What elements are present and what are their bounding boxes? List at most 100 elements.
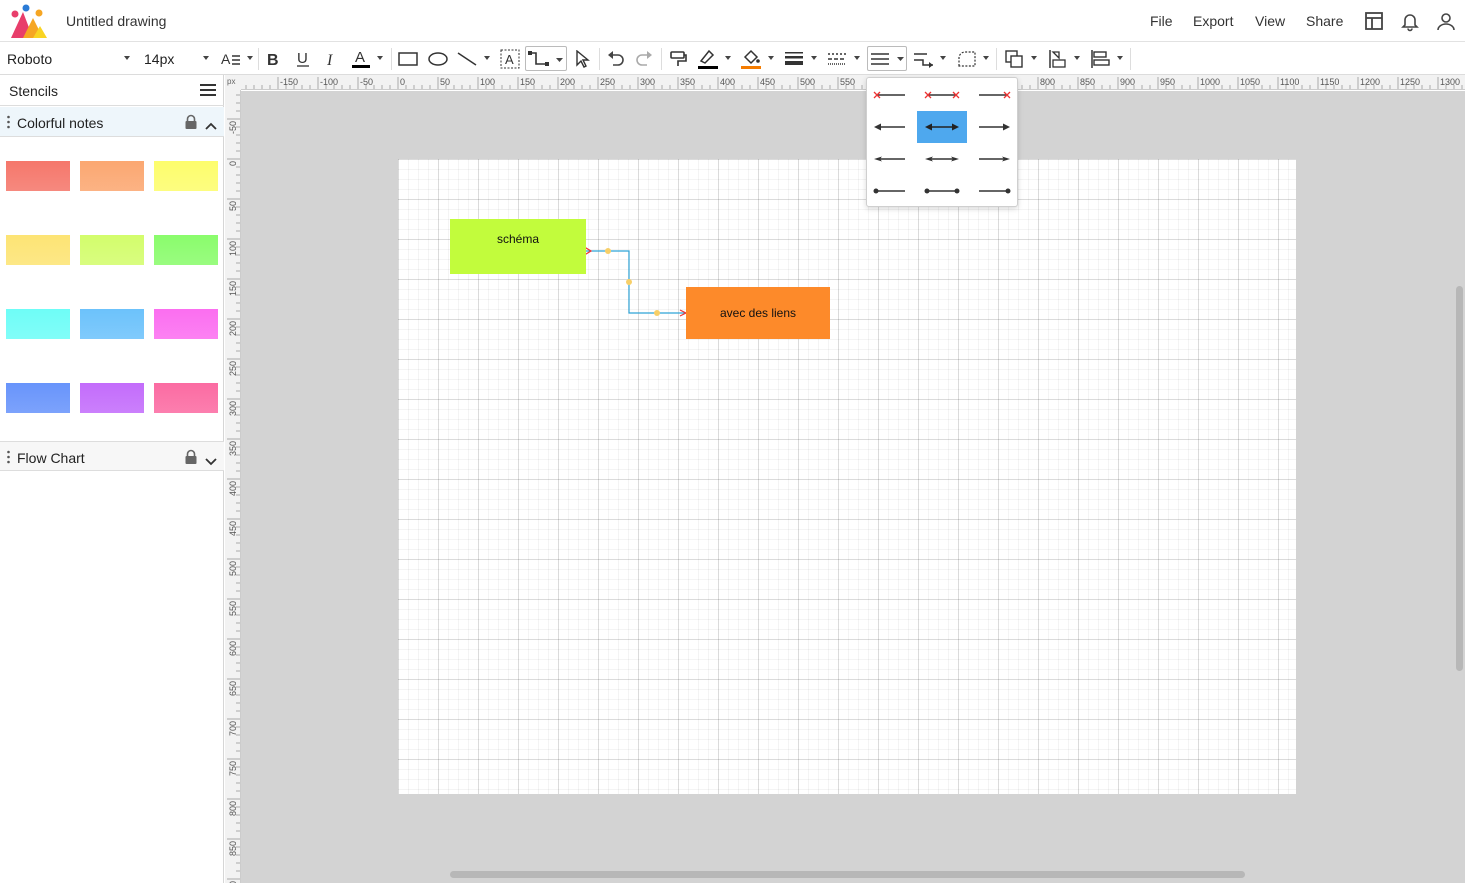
ruler-label: 300 xyxy=(228,401,238,416)
notification-bell-icon[interactable] xyxy=(1399,10,1421,32)
arrow-option-none-end[interactable] xyxy=(968,79,1018,111)
hamburger-menu-icon[interactable] xyxy=(200,83,216,102)
arrow-option-open-both[interactable] xyxy=(917,143,967,175)
arrow-style-icon[interactable] xyxy=(867,46,907,71)
sticky-note-10[interactable] xyxy=(6,383,70,413)
underline-icon[interactable]: U xyxy=(294,46,312,71)
waypoint-handle xyxy=(626,279,632,285)
text-size-icon[interactable]: A xyxy=(219,46,243,71)
line-icon[interactable] xyxy=(456,46,478,71)
waypoint-handle xyxy=(605,248,611,254)
horizontal-scrollbar[interactable] xyxy=(450,871,1245,878)
ruler-label: 800 xyxy=(228,801,238,816)
ruler-label: 1000 xyxy=(1200,77,1220,87)
font-color-icon[interactable]: A xyxy=(350,46,372,71)
sticky-note-6[interactable] xyxy=(154,235,218,265)
sticky-note-11[interactable] xyxy=(80,383,144,413)
sticky-note-9[interactable] xyxy=(154,309,218,339)
text-box-icon[interactable]: A xyxy=(499,46,521,71)
arrow-option-open-start[interactable] xyxy=(866,143,916,175)
app-logo-icon[interactable] xyxy=(9,4,49,40)
drawing-page[interactable]: schéma avec des liens xyxy=(398,159,1296,794)
fill-color-icon[interactable] xyxy=(739,46,763,71)
ruler-label: 450 xyxy=(760,77,775,87)
arrow-option-dot-end[interactable] xyxy=(968,175,1018,207)
ruler-label: 800 xyxy=(1040,77,1055,87)
menu-share[interactable]: Share xyxy=(1306,13,1343,29)
align-icon[interactable] xyxy=(1045,46,1069,71)
distribute-icon[interactable] xyxy=(1088,46,1112,71)
menu-export[interactable]: Export xyxy=(1193,13,1233,29)
italic-icon[interactable]: I xyxy=(322,46,340,71)
select-pointer-icon[interactable] xyxy=(572,46,592,71)
menu-view[interactable]: View xyxy=(1255,13,1285,29)
font-size-select[interactable]: 14px xyxy=(144,51,174,67)
sticky-note-5[interactable] xyxy=(80,235,144,265)
top-bar: Untitled drawing File Export View Share xyxy=(0,0,1465,42)
ruler-label: 300 xyxy=(640,77,655,87)
arrow-option-arrow-both[interactable] xyxy=(917,111,967,143)
line-dash-icon[interactable] xyxy=(825,46,849,71)
document-title[interactable]: Untitled drawing xyxy=(66,13,166,29)
user-account-icon[interactable] xyxy=(1435,10,1457,32)
sticky-note-2[interactable] xyxy=(80,161,144,191)
arrange-layers-icon[interactable] xyxy=(1002,46,1026,71)
ruler-label: 350 xyxy=(680,77,695,87)
arrow-option-arrow-end[interactable] xyxy=(968,111,1018,143)
sticky-note-1[interactable] xyxy=(6,161,70,191)
arrow-option-open-end[interactable] xyxy=(968,143,1018,175)
arrow-option-dot-start[interactable] xyxy=(866,175,916,207)
toolbar: Roboto 14px A B U I A A xyxy=(0,42,1465,75)
drag-handle-icon[interactable] xyxy=(7,115,10,129)
line-color-icon[interactable] xyxy=(696,46,720,71)
bold-icon[interactable]: B xyxy=(264,46,282,71)
section-flow-chart[interactable]: Flow Chart xyxy=(0,441,224,471)
sticky-note-3[interactable] xyxy=(154,161,218,191)
vertical-scrollbar[interactable] xyxy=(1456,286,1463,671)
sticky-note-12[interactable] xyxy=(154,383,218,413)
horizontal-ruler-ticks: -150 -100 -50 0 50 100 150 200 250 300 350 400 450 50… xyxy=(245,77,1463,89)
arrow-none-none-icon xyxy=(873,91,905,99)
corner-rounding-icon[interactable] xyxy=(955,46,979,71)
ruler-label: 1300 xyxy=(1440,77,1460,87)
ruler-label: 250 xyxy=(228,361,238,376)
rectangle-icon[interactable] xyxy=(397,46,419,71)
canvas-area[interactable]: schéma avec des liens xyxy=(241,91,1465,883)
ruler-label: 200 xyxy=(560,77,575,87)
font-family-select[interactable]: Roboto xyxy=(7,51,52,67)
layout-panel-icon[interactable] xyxy=(1363,10,1385,32)
arrow-arrow-start-icon xyxy=(874,123,905,131)
lock-icon[interactable] xyxy=(184,114,198,135)
arrow-option-none-none[interactable] xyxy=(866,79,916,111)
arrow-option-dot-both[interactable] xyxy=(917,175,967,207)
connector-icon[interactable] xyxy=(525,46,567,71)
menu-file[interactable]: File xyxy=(1150,13,1173,29)
ruler-label: 450 xyxy=(228,521,238,536)
format-painter-icon[interactable] xyxy=(667,46,689,71)
stencils-title: Stencils xyxy=(9,83,59,99)
chevron-down-icon[interactable] xyxy=(203,56,209,60)
arrow-option-arrow-start[interactable] xyxy=(866,111,916,143)
lock-icon[interactable] xyxy=(184,449,198,470)
arrow-option-none-both[interactable] xyxy=(917,79,967,111)
ellipse-icon[interactable] xyxy=(427,46,449,71)
undo-icon[interactable] xyxy=(605,46,627,71)
waypoint-handle xyxy=(654,310,660,316)
sticky-note-8[interactable] xyxy=(80,309,144,339)
ruler-label: 150 xyxy=(228,281,238,296)
sticky-note-4[interactable] xyxy=(6,235,70,265)
chevron-down-icon[interactable] xyxy=(205,453,217,471)
line-width-icon[interactable] xyxy=(782,46,806,71)
redo-icon[interactable] xyxy=(633,46,655,71)
ruler-label: -150 xyxy=(280,77,298,87)
drag-handle-icon[interactable] xyxy=(7,450,10,464)
ruler-label: 150 xyxy=(520,77,535,87)
chevron-up-icon[interactable] xyxy=(205,117,217,135)
chevron-down-icon[interactable] xyxy=(124,56,130,60)
waypoint-icon[interactable] xyxy=(912,46,936,71)
sticky-note-7[interactable] xyxy=(6,309,70,339)
shape-avec-des-liens[interactable]: avec des liens xyxy=(686,287,830,339)
svg-text:A: A xyxy=(355,49,365,66)
section-colorful-notes[interactable]: Colorful notes xyxy=(0,107,224,137)
shape-schema[interactable]: schéma xyxy=(450,219,586,274)
